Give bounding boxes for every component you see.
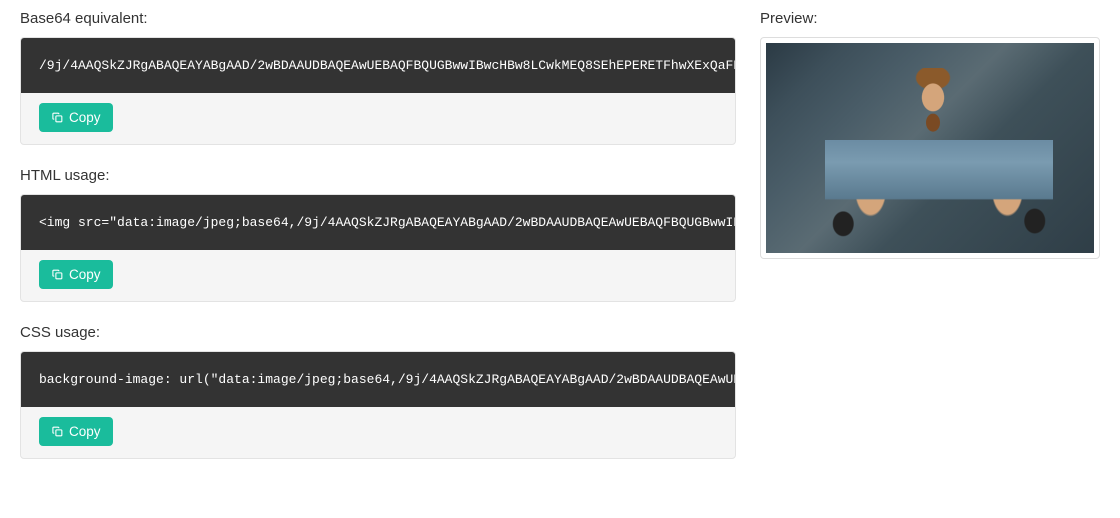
preview-image	[766, 43, 1094, 253]
css-usage-scroll[interactable]: background-image: url("data:image/jpeg;b…	[21, 352, 735, 407]
base64-section: Base64 equivalent: /9j/4AAQSkZJRgABAQEAY…	[20, 10, 736, 145]
html-usage-section: HTML usage: <img src="data:image/jpeg;ba…	[20, 167, 736, 302]
html-usage-panel: <img src="data:image/jpeg;base64,/9j/4AA…	[20, 194, 736, 302]
copy-icon	[51, 268, 64, 281]
base64-scroll[interactable]: /9j/4AAQSkZJRgABAQEAYABgAAD/2wBDAAUDBAQE…	[21, 38, 735, 93]
base64-panel: /9j/4AAQSkZJRgABAQEAYABgAAD/2wBDAAUDBAQE…	[20, 37, 736, 145]
css-usage-label: CSS usage:	[20, 324, 736, 341]
preview-column: Preview:	[760, 10, 1100, 481]
copy-base64-button[interactable]: Copy	[39, 103, 113, 132]
output-column: Base64 equivalent: /9j/4AAQSkZJRgABAQEAY…	[20, 10, 736, 481]
html-usage-scroll[interactable]: <img src="data:image/jpeg;base64,/9j/4AA…	[21, 195, 735, 250]
copy-button-label: Copy	[69, 110, 101, 125]
html-usage-code[interactable]: <img src="data:image/jpeg;base64,/9j/4AA…	[21, 195, 735, 250]
css-usage-code[interactable]: background-image: url("data:image/jpeg;b…	[21, 352, 735, 407]
css-usage-panel: background-image: url("data:image/jpeg;b…	[20, 351, 736, 459]
copy-button-label: Copy	[69, 267, 101, 282]
html-usage-label: HTML usage:	[20, 167, 736, 184]
css-usage-button-row: Copy	[21, 407, 735, 458]
css-usage-section: CSS usage: background-image: url("data:i…	[20, 324, 736, 459]
html-usage-button-row: Copy	[21, 250, 735, 301]
copy-icon	[51, 111, 64, 124]
copy-html-button[interactable]: Copy	[39, 260, 113, 289]
copy-css-button[interactable]: Copy	[39, 417, 113, 446]
copy-button-label: Copy	[69, 424, 101, 439]
base64-button-row: Copy	[21, 93, 735, 144]
base64-label: Base64 equivalent:	[20, 10, 736, 27]
preview-frame	[760, 37, 1100, 259]
copy-icon	[51, 425, 64, 438]
base64-code[interactable]: /9j/4AAQSkZJRgABAQEAYABgAAD/2wBDAAUDBAQE…	[21, 38, 735, 93]
preview-label: Preview:	[760, 10, 1100, 27]
